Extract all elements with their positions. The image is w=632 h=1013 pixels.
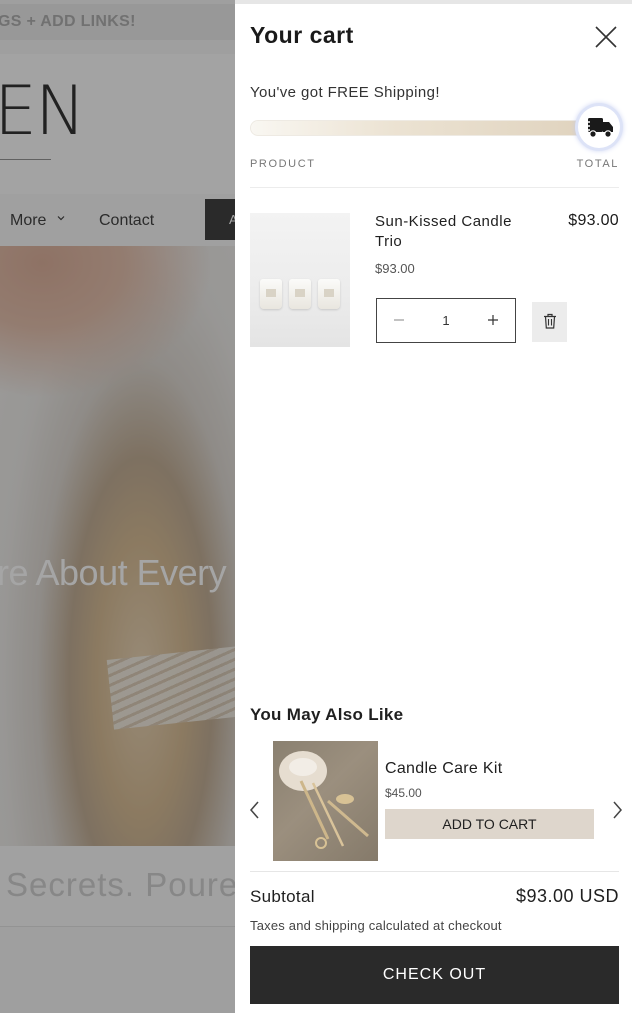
truck-badge: [578, 106, 620, 148]
drawer-overlay[interactable]: [0, 0, 235, 1013]
cart-item-line-total: $93.00: [568, 212, 619, 229]
candle-jar: [318, 279, 340, 309]
increase-quantity-button[interactable]: [471, 299, 515, 342]
candle-care-kit-illustration: [279, 751, 369, 849]
upsell-title: You May Also Like: [250, 705, 404, 724]
chevron-left-icon: [250, 801, 259, 819]
subtotal-label: Subtotal: [250, 887, 315, 906]
close-icon: [595, 26, 617, 48]
quantity-input[interactable]: [421, 299, 471, 342]
close-cart-button[interactable]: [591, 22, 621, 52]
carousel-prev-button[interactable]: [245, 798, 265, 822]
divider: [250, 187, 619, 188]
upsell-product-price: $45.00: [385, 786, 422, 800]
add-to-cart-button[interactable]: ADD TO CART: [385, 809, 594, 839]
plus-icon: [488, 315, 498, 325]
candle-jar: [289, 279, 311, 309]
tax-note: Taxes and shipping calculated at checkou…: [250, 918, 502, 933]
column-header-total: TOTAL: [576, 158, 619, 170]
minus-icon: [394, 319, 404, 321]
trash-icon: [543, 313, 556, 329]
upsell-product-name[interactable]: Candle Care Kit: [385, 760, 502, 778]
column-header-product: PRODUCT: [250, 158, 316, 170]
divider: [250, 871, 619, 872]
decrease-quantity-button[interactable]: [377, 299, 421, 342]
remove-item-button[interactable]: [532, 302, 567, 342]
cart-item-name[interactable]: Sun-Kissed Candle Trio: [375, 212, 535, 252]
cart-title: Your cart: [250, 22, 354, 48]
chevron-right-icon: [613, 801, 622, 819]
upsell-product-image[interactable]: [273, 741, 378, 861]
subtotal-value: $93.00 USD: [515, 886, 619, 906]
cart-item-image[interactable]: [250, 213, 350, 347]
candle-jar: [260, 279, 282, 309]
free-shipping-message: You've got FREE Shipping!: [250, 84, 440, 101]
shipping-progress-fill: [251, 121, 599, 135]
truck-icon: [583, 118, 613, 138]
cart-drawer: Your cart You've got FREE Shipping! PROD…: [235, 0, 632, 1013]
checkout-button[interactable]: CHECK OUT: [250, 946, 619, 1004]
quantity-stepper: [376, 298, 516, 343]
cart-item-unit-price: $93.00: [375, 261, 415, 276]
shipping-progress-bar: [250, 120, 600, 136]
carousel-next-button[interactable]: [607, 798, 627, 822]
